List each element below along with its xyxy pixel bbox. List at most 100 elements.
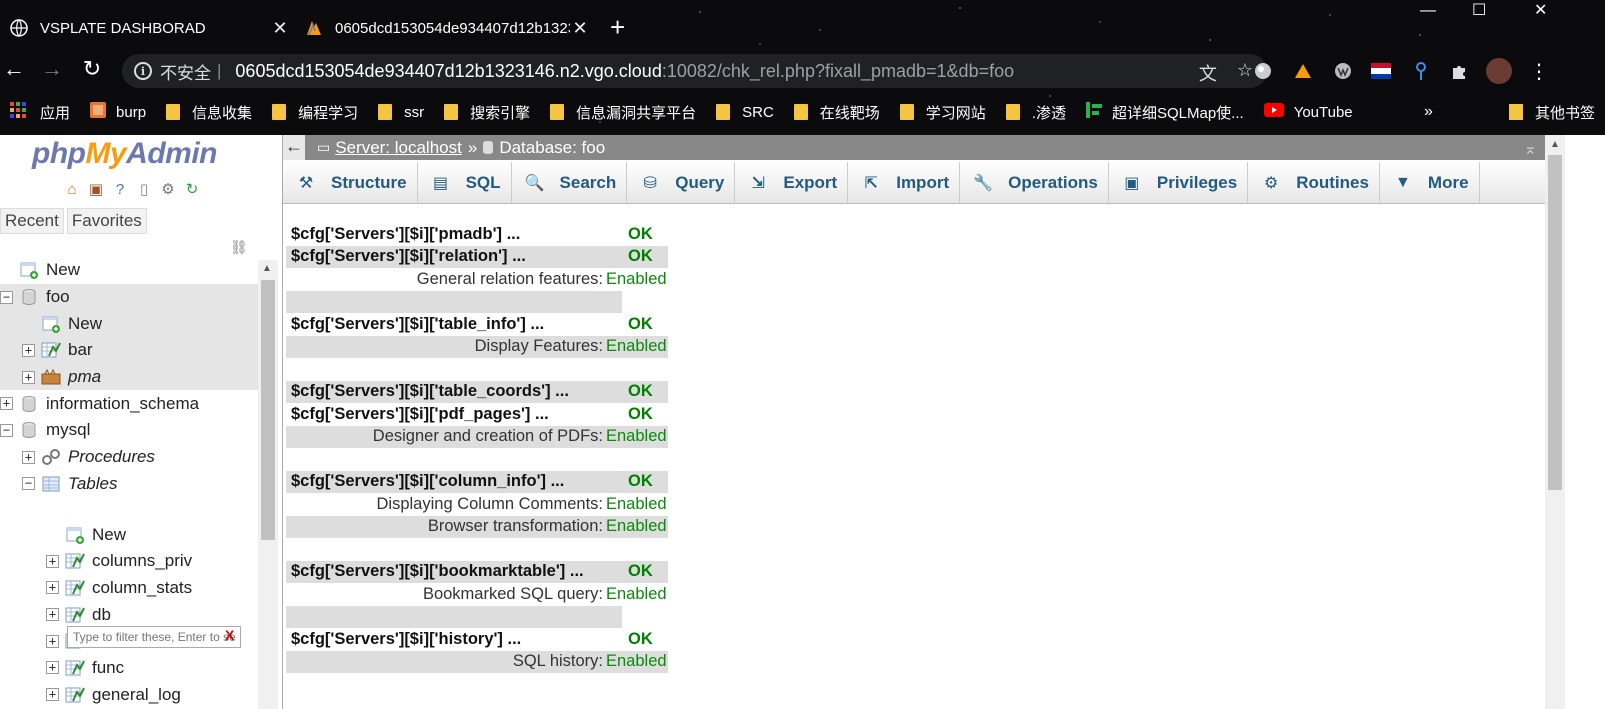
tree-item[interactable]: − foo: [0, 283, 258, 311]
tree-item[interactable]: + func: [0, 655, 258, 682]
nav-scrollbar[interactable]: ▲: [258, 260, 278, 709]
bookmark-item[interactable]: 信息漏洞共享平台: [550, 102, 696, 123]
tree-item[interactable]: New: [0, 521, 258, 548]
extension-burp-icon[interactable]: [1292, 60, 1314, 82]
bookmark-item[interactable]: SRC: [716, 104, 774, 121]
forward-button[interactable]: →: [38, 56, 66, 82]
collapse-icon[interactable]: −: [0, 290, 13, 304]
expand-icon[interactable]: +: [46, 581, 59, 595]
extension-sphere-icon[interactable]: [1252, 60, 1274, 82]
bookmark-item[interactable]: ssr: [378, 104, 424, 121]
bookmark-item[interactable]: YouTube: [1263, 103, 1353, 121]
tab-routines[interactable]: ⚙ Routines: [1248, 162, 1380, 204]
tree-item[interactable]: + Procedures: [0, 444, 258, 471]
tab-sql[interactable]: ▤ SQL: [418, 162, 512, 204]
bookmarks-overflow-button[interactable]: »: [1424, 103, 1433, 121]
recent-tab[interactable]: Recent: [0, 208, 64, 234]
nav-collapse-button[interactable]: ←: [283, 135, 305, 160]
browser-menu-icon[interactable]: ⋮: [1528, 60, 1550, 83]
profile-avatar[interactable]: [1486, 58, 1512, 84]
expand-icon[interactable]: +: [46, 554, 59, 568]
scroll-up-icon[interactable]: ▲: [1550, 139, 1560, 150]
bookmark-item[interactable]: 应用: [10, 102, 70, 123]
scroll-up-icon[interactable]: ▲: [262, 263, 272, 274]
reload-nav-icon[interactable]: ↻: [182, 179, 202, 199]
expand-icon[interactable]: +: [0, 397, 13, 411]
tree-item[interactable]: − mysql: [0, 417, 258, 444]
bookmark-item[interactable]: 信息收集: [166, 102, 252, 123]
favorites-tab[interactable]: Favorites: [66, 208, 147, 234]
bookmark-item[interactable]: burp: [90, 102, 146, 122]
bookmark-item[interactable]: 搜索引擎: [444, 102, 530, 123]
bookmark-item[interactable]: 超详细SQLMap使...: [1085, 102, 1244, 123]
tab-more[interactable]: ▼ More: [1380, 162, 1480, 204]
tab-search[interactable]: 🔍 Search: [512, 162, 628, 204]
tree-item[interactable]: + pma: [0, 363, 258, 391]
bookmark-item[interactable]: 编程学习: [272, 102, 358, 123]
extension-pin-icon[interactable]: [1410, 60, 1432, 82]
tab-close-icon[interactable]: ✕: [570, 18, 590, 39]
other-bookmarks[interactable]: 其他书签: [1508, 97, 1595, 127]
window-minimize-button[interactable]: —: [1420, 2, 1436, 20]
extensions-puzzle-icon[interactable]: [1448, 60, 1470, 82]
window-maximize-button[interactable]: ☐: [1472, 0, 1486, 20]
logout-icon[interactable]: ▣: [86, 179, 106, 199]
bookmark-item[interactable]: 学习网站: [899, 102, 986, 123]
tab-import[interactable]: ⇱ Import: [848, 162, 961, 204]
link-with-main-icon[interactable]: ⛓: [230, 239, 248, 256]
breadcrumb-server-link[interactable]: Server: localhost: [335, 138, 462, 158]
tree-item[interactable]: + columns_priv: [0, 548, 258, 575]
tab-structure[interactable]: ⚒ Structure: [283, 162, 418, 204]
extension-flag-icon[interactable]: [1370, 60, 1392, 82]
tree-item[interactable]: + db: [0, 601, 258, 628]
tab-vsplate-dashboard[interactable]: VSPLATE DASHBORAD ✕: [10, 10, 290, 46]
bookmark-star-icon[interactable]: ☆: [1237, 60, 1253, 86]
collapse-top-icon[interactable]: ⌅: [1524, 139, 1537, 159]
tab-operations[interactable]: 🔧 Operations: [960, 162, 1109, 204]
breadcrumb-database-link[interactable]: Database: foo: [499, 138, 605, 158]
tab-export[interactable]: ⇲ Export: [735, 162, 849, 204]
main-scroll-thumb[interactable]: [1548, 155, 1562, 490]
site-info-icon[interactable]: i: [134, 62, 152, 80]
home-icon[interactable]: ⌂: [62, 179, 82, 199]
config-check-row: $cfg['Servers'][$i]['bookmarktable'] ...…: [286, 560, 668, 583]
back-button[interactable]: ←: [0, 56, 28, 82]
expand-icon[interactable]: +: [46, 688, 59, 702]
bookmark-item[interactable]: .渗透: [1005, 102, 1066, 123]
address-bar[interactable]: i 不安全 | 0605dcd153054de934407d12b1323146…: [122, 54, 1267, 88]
expand-icon[interactable]: +: [22, 370, 35, 384]
nav-scroll-thumb[interactable]: [261, 280, 275, 540]
settings-gear-icon[interactable]: ⚙: [158, 179, 178, 199]
expand-icon[interactable]: +: [22, 343, 35, 357]
expand-icon[interactable]: +: [22, 450, 35, 464]
table-filter-input[interactable]: [67, 626, 241, 648]
collapse-icon[interactable]: −: [22, 477, 35, 491]
reload-button[interactable]: ↻: [78, 56, 106, 82]
tree-item[interactable]: + information_schema: [0, 390, 258, 417]
window-close-button[interactable]: ✕: [1534, 0, 1547, 20]
expand-icon[interactable]: +: [46, 634, 59, 648]
phpmyadmin-logo[interactable]: phpMyAdmin: [32, 137, 217, 171]
tab-privileges[interactable]: ▣ Privileges: [1109, 162, 1249, 204]
tree-item[interactable]: + column_stats: [0, 575, 258, 602]
expand-icon[interactable]: +: [46, 661, 59, 675]
tab-pma-chk-rel[interactable]: 0605dcd153054de934407d12b1323146 ✕: [305, 10, 590, 46]
tree-item[interactable]: New: [0, 310, 258, 338]
tree-item-label: Tables: [68, 473, 118, 493]
tree-item[interactable]: + general_log: [0, 681, 258, 708]
tab-query[interactable]: ⛁ Query: [627, 162, 736, 204]
collapse-icon[interactable]: −: [0, 423, 13, 437]
help-icon[interactable]: ?: [110, 179, 130, 199]
tree-item[interactable]: New: [0, 257, 258, 284]
filter-clear-button[interactable]: X: [225, 627, 234, 643]
new-tab-button[interactable]: +: [610, 14, 625, 40]
tab-close-icon[interactable]: ✕: [270, 18, 290, 39]
bookmark-item[interactable]: 在线靶场: [793, 102, 880, 123]
extension-wappalyzer-icon[interactable]: [1332, 60, 1354, 82]
tree-item[interactable]: − Tables: [0, 471, 258, 498]
main-scrollbar[interactable]: ▲: [1545, 135, 1565, 709]
translate-icon[interactable]: ⽂: [1199, 60, 1217, 86]
tree-item[interactable]: + bar: [0, 337, 258, 364]
expand-icon[interactable]: +: [46, 608, 59, 622]
docs-icon[interactable]: ▯: [134, 179, 154, 199]
